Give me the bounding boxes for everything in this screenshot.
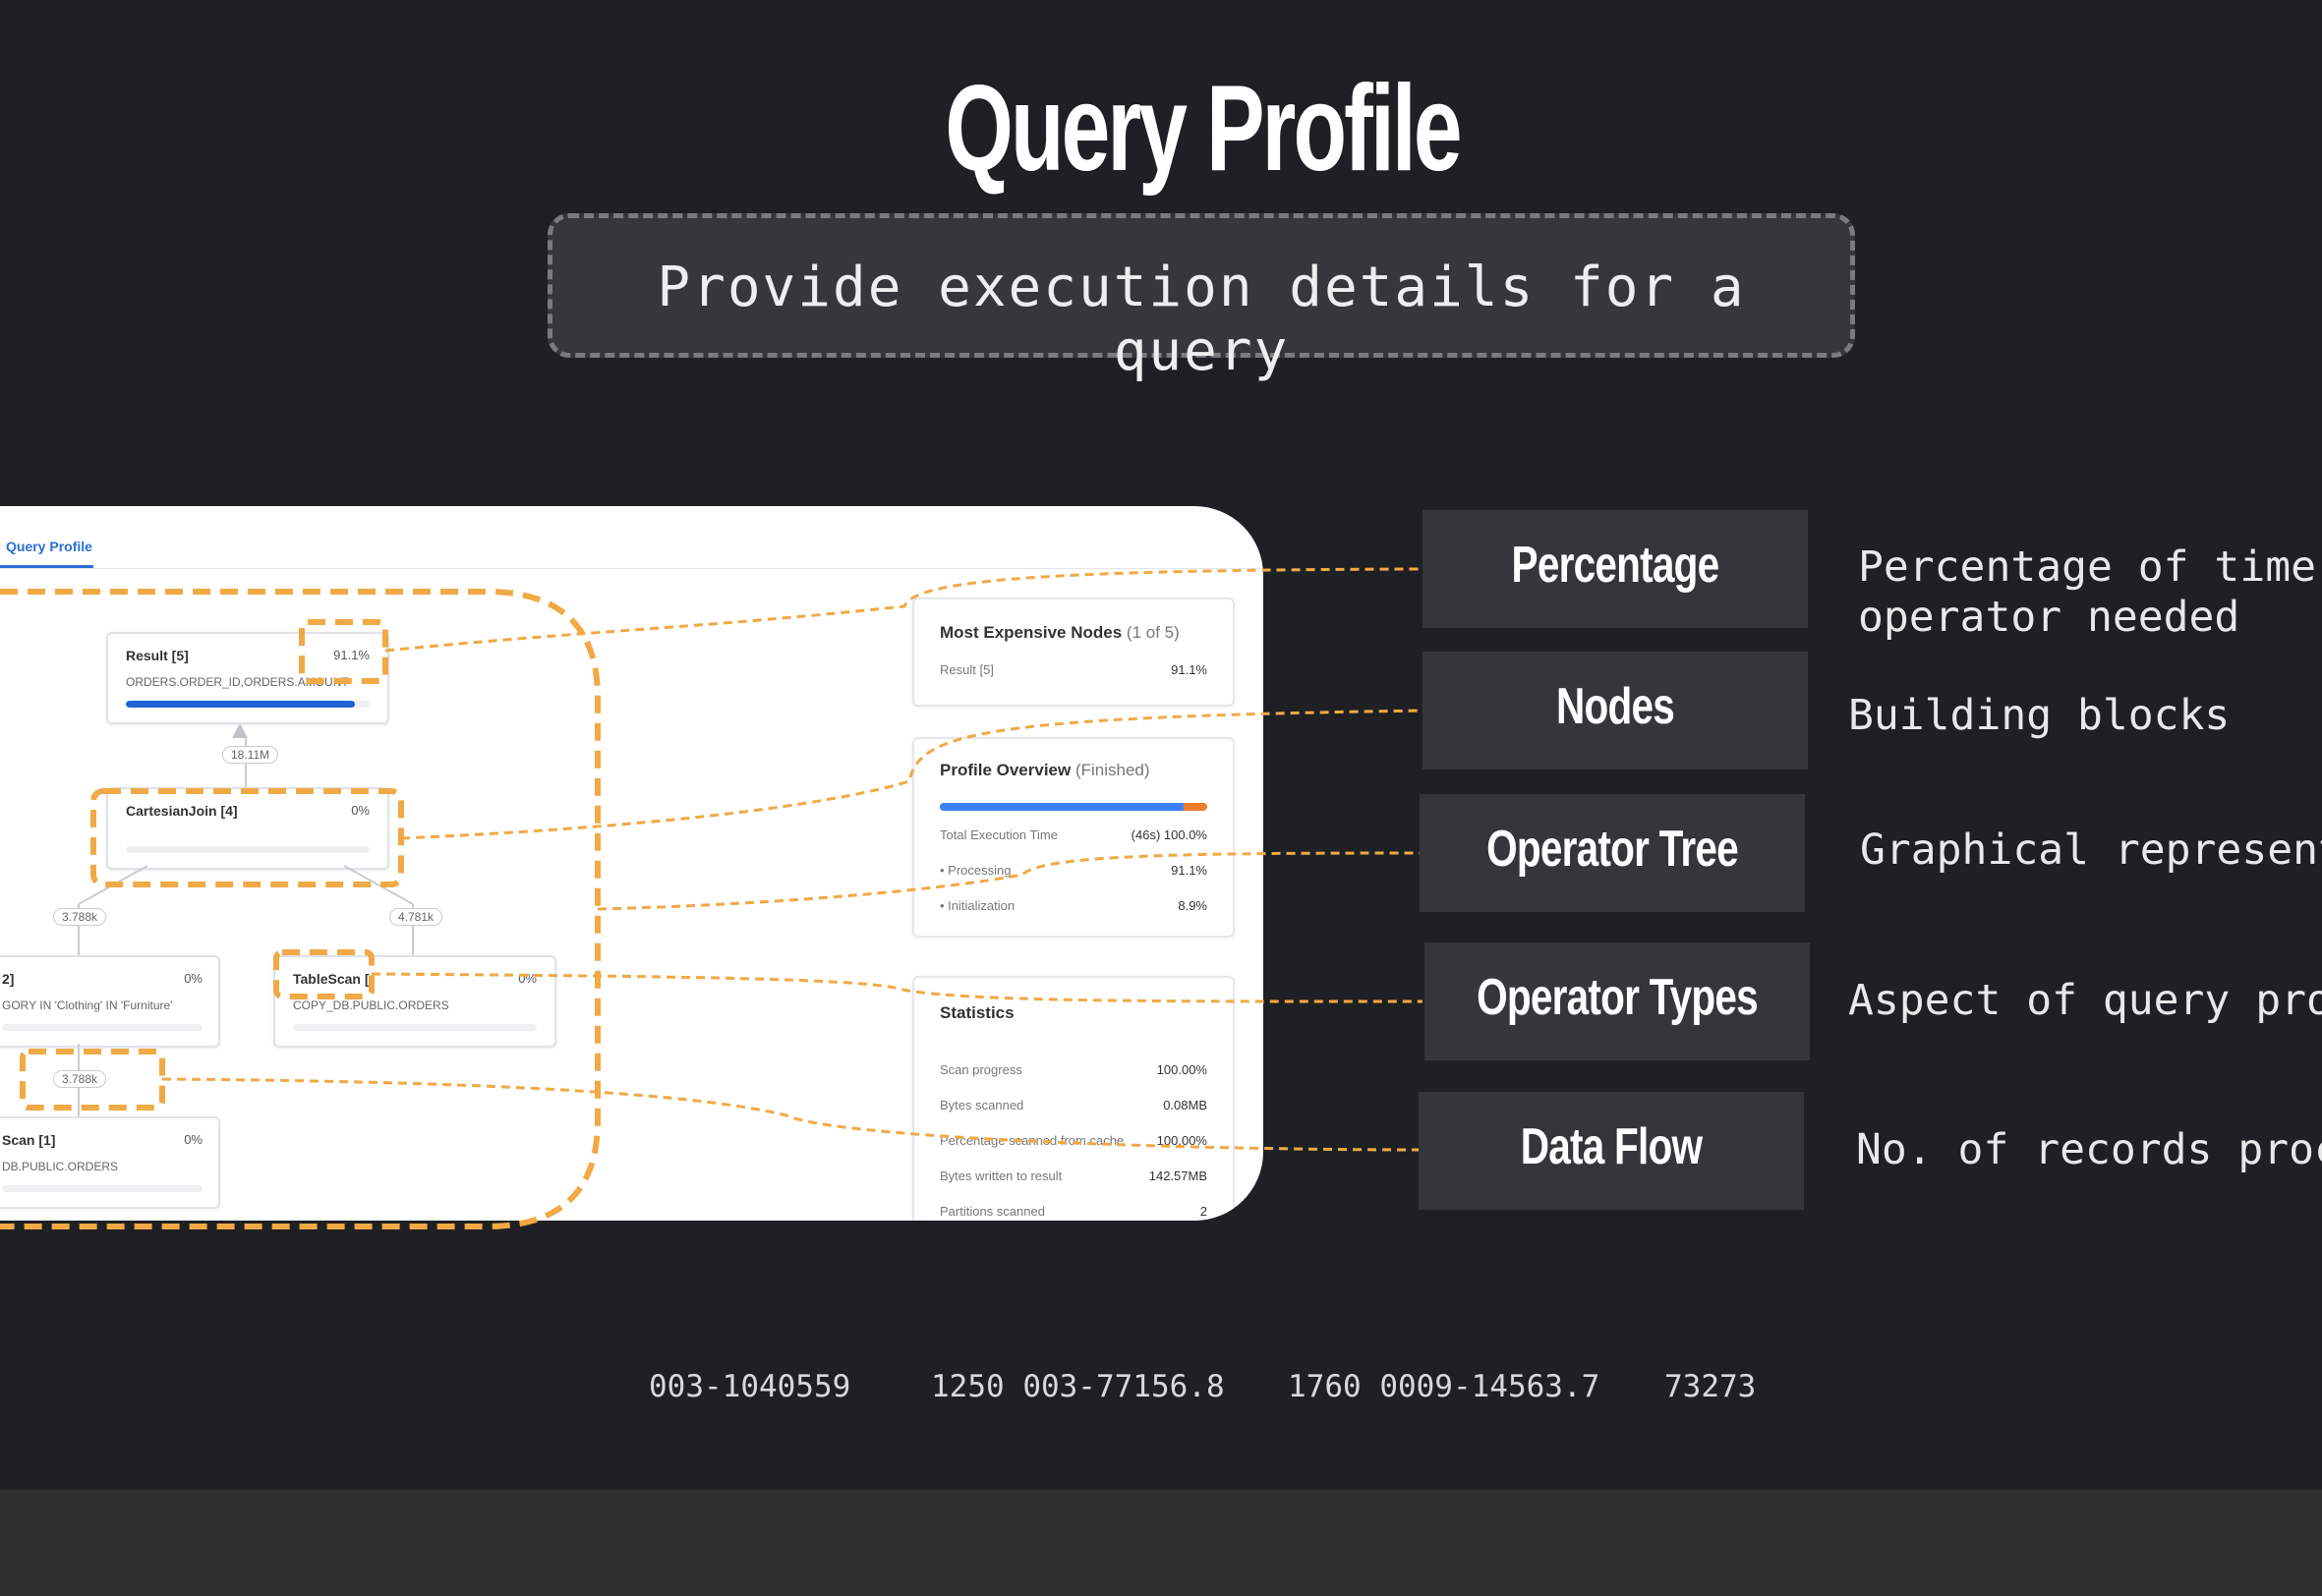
label-percentage-text: Percentage (1511, 537, 1720, 594)
operator-tree-highlight (0, 589, 601, 1229)
description-nodes: Building blocks (1848, 691, 2231, 740)
nodes-connector (400, 709, 1423, 840)
data-flow-connector (161, 1077, 1423, 1152)
percentage-connector (384, 567, 1423, 653)
footer-value: 003-1040559 (649, 1369, 851, 1404)
operator-types-connector (371, 972, 1423, 1003)
percentage-highlight (299, 619, 388, 684)
label-data-flow-text: Data Flow (1520, 1118, 1703, 1175)
label-percentage: Percentage (1422, 510, 1808, 628)
footer-value: 1250 003-77156.8 (931, 1369, 1225, 1404)
nodes-highlight (90, 788, 404, 887)
label-data-flow: Data Flow (1419, 1092, 1804, 1210)
label-operator-types: Operator Types (1424, 942, 1810, 1060)
callout-overlay (0, 567, 1423, 1229)
description-operator-types: Aspect of query pro (1848, 976, 2322, 1025)
label-operator-tree: Operator Tree (1420, 794, 1805, 912)
operator-tree-connector (597, 851, 1423, 911)
description-operator-tree: Graphical represent (1860, 826, 2322, 875)
label-operator-types-text: Operator Types (1477, 969, 1759, 1026)
label-operator-tree-text: Operator Tree (1486, 821, 1739, 878)
description-percentage-line2: operator needed (1858, 593, 2240, 642)
description-data-flow: No. of records proc (1856, 1125, 2322, 1174)
label-nodes-text: Nodes (1555, 678, 1675, 735)
label-nodes: Nodes (1422, 652, 1808, 770)
description-percentage-line1: Percentage of time (1858, 542, 2316, 592)
footer-value: 1760 0009-14563.7 (1288, 1369, 1600, 1404)
operator-type-highlight (273, 949, 375, 999)
data-flow-highlight (20, 1049, 165, 1111)
footer-value: 73273 (1664, 1369, 1757, 1404)
